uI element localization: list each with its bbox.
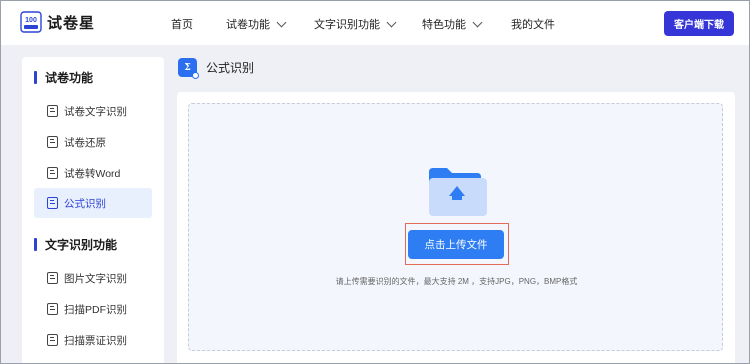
top-header: 100 试卷星 首页 试卷功能 文字识别功能 特色功能 我的文件 客户端下载 [1,1,749,45]
svg-text:100: 100 [25,17,37,24]
section-accent-bar [34,238,37,251]
client-download-button[interactable]: 客户端下载 [664,11,734,36]
folder-upload-icon [429,168,487,216]
ticket-icon [47,334,58,346]
sidebar-item-exam-to-word[interactable]: 试卷转Word [34,158,152,188]
document-icon [47,136,58,148]
upload-hint: 请上传需要识别的文件，最大支持 2M ，支持JPG，PNG，BMP格式 [335,277,578,286]
sidebar-item-scan-pdf-ocr[interactable]: 扫描PDF识别 [34,294,152,324]
sidebar-section-title: 文字识别功能 [45,238,118,252]
nav-my-files[interactable]: 我的文件 [511,16,555,32]
nav-home[interactable]: 首页 [171,16,193,32]
section-accent-bar [34,71,37,84]
sidebar-item-formula-ocr[interactable]: 公式识别 [34,188,152,218]
brand-name: 试卷星 [47,15,96,32]
formula-icon: Σ [178,58,199,79]
upload-file-button[interactable]: 点击上传文件 [408,230,504,259]
main-panel: 点击上传文件 请上传需要识别的文件，最大支持 2M ，支持JPG，PNG，BMP… [177,92,735,364]
sidebar-item-exam-restore[interactable]: 试卷还原 [34,127,152,157]
sidebar-item-label: 试卷文字识别 [64,105,127,118]
sidebar-item-label: 图片文字识别 [64,272,127,285]
nav-exam-features-label: 试卷功能 [226,19,270,31]
sidebar-item-label: 试卷还原 [64,136,106,149]
sidebar-section-title: 试卷功能 [45,71,94,85]
chevron-down-icon [276,17,287,27]
logo-icon: 100 [20,11,42,33]
sidebar-item-label: 公式识别 [64,197,106,210]
sidebar: 试卷功能 试卷文字识别 试卷还原 试卷转Word 公式识别 文字识别功能 图片文… [22,57,164,364]
nav-exam-features[interactable]: 试卷功能 [226,16,287,32]
page-header: Σ 公式识别 [178,58,255,79]
upload-drop-zone[interactable]: 点击上传文件 请上传需要识别的文件，最大支持 2M ，支持JPG，PNG，BMP… [188,103,723,351]
sidebar-item-exam-text-ocr[interactable]: 试卷文字识别 [34,96,152,126]
nav-my-files-label: 我的文件 [511,19,555,31]
chevron-down-icon [386,17,397,27]
sidebar-section-ocr: 文字识别功能 [34,236,117,253]
page-title: 公式识别 [206,61,255,75]
chevron-down-icon [472,17,483,27]
document-icon [47,105,58,117]
nav-home-label: 首页 [171,19,193,31]
sidebar-item-scan-ticket-ocr[interactable]: 扫描票证识别 [34,325,152,355]
nav-ocr-features-label: 文字识别功能 [314,19,380,31]
sidebar-item-image-text-ocr[interactable]: 图片文字识别 [34,263,152,293]
document-icon [47,167,58,179]
nav-special-features-label: 特色功能 [422,19,466,31]
scan-icon [47,303,58,315]
nav-special-features[interactable]: 特色功能 [422,16,483,32]
sidebar-section-exam: 试卷功能 [34,69,93,86]
nav-ocr-features[interactable]: 文字识别功能 [314,16,397,32]
image-icon [47,272,58,284]
sidebar-item-label: 扫描票证识别 [64,334,127,347]
sidebar-item-label: 扫描PDF识别 [64,303,127,316]
formula-icon [47,197,58,209]
sidebar-item-label: 试卷转Word [64,167,121,180]
